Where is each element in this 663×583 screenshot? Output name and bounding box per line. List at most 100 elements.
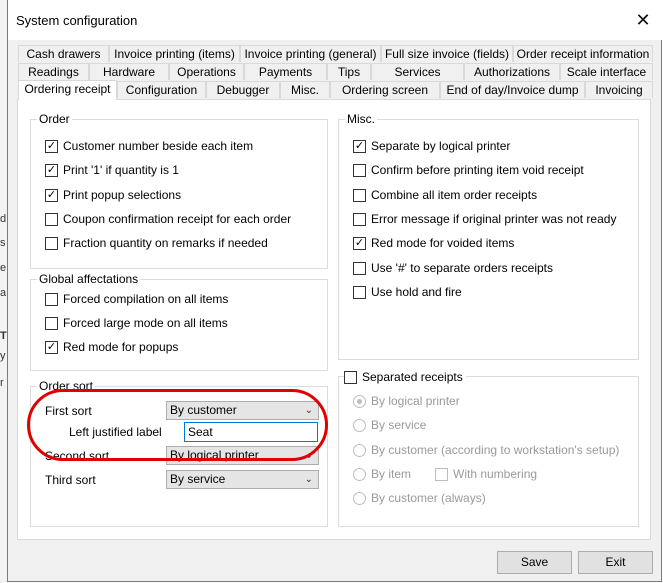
tab-debugger[interactable]: Debugger [206, 81, 280, 98]
check-icon: ✓ [45, 188, 58, 202]
separated-receipts-group: Separated receipts By logical printer By… [338, 370, 639, 527]
checkbox-fraction-quantity[interactable]: Fraction quantity on remarks if needed [45, 236, 268, 250]
checkbox-empty-icon [353, 163, 366, 177]
checkbox-label: Use hold and fire [371, 285, 462, 299]
checkbox-separated-receipts[interactable]: Separated receipts [344, 370, 466, 384]
checkbox-customer-number[interactable]: ✓ Customer number beside each item [45, 139, 253, 153]
checkbox-with-numbering[interactable]: With numbering [435, 467, 537, 481]
global-group-title: Global affectations [37, 272, 141, 286]
tab-payments[interactable]: Payments [244, 63, 327, 80]
radio-label: By service [371, 418, 427, 432]
radio-empty-icon [353, 467, 366, 481]
checkbox-label: Use '#' to separate orders receipts [371, 261, 554, 275]
misc-group: Misc. ✓ Separate by logical printer Conf… [338, 112, 639, 360]
bg-text: a [0, 287, 7, 299]
third-sort-select[interactable]: By service ⌄ [166, 470, 319, 489]
checkbox-empty-icon [353, 188, 366, 202]
checkbox-label: Customer number beside each item [63, 139, 254, 153]
checkbox-empty-icon [344, 370, 357, 384]
checkbox-empty-icon [353, 261, 366, 275]
check-icon: ✓ [45, 340, 58, 354]
tab-full-size-invoice-fields[interactable]: Full size invoice (fields) [381, 45, 513, 62]
checkbox-empty-icon [435, 467, 448, 481]
checkbox-red-mode-voided[interactable]: ✓ Red mode for voided items [353, 236, 514, 250]
bg-text: s [0, 237, 6, 249]
checkbox-forced-compilation[interactable]: Forced compilation on all items [45, 292, 228, 306]
tab-order-receipt-information[interactable]: Order receipt information [513, 45, 653, 62]
second-sort-value: By logical printer [170, 448, 259, 462]
check-icon: ✓ [353, 236, 366, 250]
checkbox-label: Forced compilation on all items [63, 292, 229, 306]
radio-by-customer-always[interactable]: By customer (always) [353, 491, 486, 505]
tab-panel-ordering-receipt: Order ✓ Customer number beside each item… [17, 99, 651, 540]
tab-tips[interactable]: Tips [327, 63, 371, 80]
checkbox-empty-icon [353, 212, 366, 226]
chevron-down-icon: ⌄ [304, 405, 313, 416]
radio-by-customer-workstation[interactable]: By customer (according to workstation's … [353, 443, 619, 457]
save-button[interactable]: Save [497, 551, 572, 574]
order-group: Order ✓ Customer number beside each item… [30, 112, 328, 269]
checkbox-empty-icon [45, 292, 58, 306]
radio-empty-icon [353, 491, 366, 505]
tab-invoicing[interactable]: Invoicing [585, 81, 653, 98]
radio-by-service[interactable]: By service [353, 418, 426, 432]
checkbox-label: Red mode for popups [63, 340, 179, 354]
checkbox-label: Combine all item order receipts [371, 188, 538, 202]
left-justified-label: Left justified label [69, 425, 162, 439]
first-sort-label: First sort [45, 404, 92, 418]
radio-by-logical-printer[interactable]: By logical printer [353, 394, 460, 408]
checkbox-red-mode-popups[interactable]: ✓ Red mode for popups [45, 340, 178, 354]
bg-text: e [0, 262, 7, 274]
checkbox-label: Print '1' if quantity is 1 [63, 163, 179, 177]
check-icon: ✓ [45, 139, 58, 153]
chevron-down-icon: ⌄ [304, 450, 313, 461]
checkbox-empty-icon [353, 285, 366, 299]
tab-misc[interactable]: Misc. [280, 81, 330, 98]
close-icon[interactable]: ✕ [626, 6, 660, 34]
check-icon: ✓ [353, 139, 366, 153]
third-sort-value: By service [170, 472, 226, 486]
tab-readings[interactable]: Readings [18, 63, 89, 80]
chevron-down-icon: ⌄ [304, 474, 313, 485]
checkbox-print-1[interactable]: ✓ Print '1' if quantity is 1 [45, 163, 179, 177]
tab-cash-drawers[interactable]: Cash drawers [18, 45, 109, 62]
tab-invoice-printing-general[interactable]: Invoice printing (general) [240, 45, 381, 62]
tab-services[interactable]: Services [371, 63, 464, 80]
tab-invoice-printing-items[interactable]: Invoice printing (items) [109, 45, 240, 62]
checkbox-label: Confirm before printing item void receip… [371, 163, 584, 177]
tab-ordering-receipt[interactable]: Ordering receipt [18, 80, 117, 100]
second-sort-select[interactable]: By logical printer ⌄ [166, 446, 319, 465]
checkbox-confirm-void-receipt[interactable]: Confirm before printing item void receip… [353, 163, 584, 177]
bg-text: d [0, 213, 7, 225]
left-justified-input[interactable]: Seat [184, 422, 318, 442]
title-bar: System configuration ✕ [8, 0, 663, 40]
radio-by-item[interactable]: By item [353, 467, 411, 481]
checkbox-combine-receipts[interactable]: Combine all item order receipts [353, 188, 537, 202]
check-icon: ✓ [45, 163, 58, 177]
tab-end-of-day-invoice-dump[interactable]: End of day/Invoice dump [440, 81, 585, 98]
checkbox-coupon-confirmation[interactable]: Coupon confirmation receipt for each ord… [45, 212, 291, 226]
bg-text: T [0, 330, 7, 342]
checkbox-error-message-printer[interactable]: Error message if original printer was no… [353, 212, 616, 226]
checkbox-use-hash-separator[interactable]: Use '#' to separate orders receipts [353, 261, 553, 275]
tab-hardware[interactable]: Hardware [89, 63, 169, 80]
order-group-title: Order [37, 112, 72, 126]
checkbox-print-popup[interactable]: ✓ Print popup selections [45, 188, 181, 202]
checkbox-empty-icon [45, 236, 58, 250]
tab-configuration[interactable]: Configuration [117, 81, 206, 98]
checkbox-empty-icon [45, 212, 58, 226]
checkbox-separate-logical-printer[interactable]: ✓ Separate by logical printer [353, 139, 510, 153]
checkbox-forced-large-mode[interactable]: Forced large mode on all items [45, 316, 228, 330]
checkbox-label: Separated receipts [362, 370, 463, 384]
checkbox-label: Separate by logical printer [371, 139, 511, 153]
tab-operations[interactable]: Operations [169, 63, 244, 80]
global-affectations-group: Global affectations Forced compilation o… [30, 272, 328, 371]
tab-ordering-screen[interactable]: Ordering screen [330, 81, 440, 98]
first-sort-select[interactable]: By customer ⌄ [166, 401, 319, 420]
checkbox-hold-and-fire[interactable]: Use hold and fire [353, 285, 462, 299]
radio-label: By logical printer [371, 394, 460, 408]
radio-empty-icon [353, 418, 366, 432]
tab-scale-interface[interactable]: Scale interface [560, 63, 653, 80]
exit-button[interactable]: Exit [578, 551, 653, 574]
tab-authorizations[interactable]: Authorizations [464, 63, 560, 80]
